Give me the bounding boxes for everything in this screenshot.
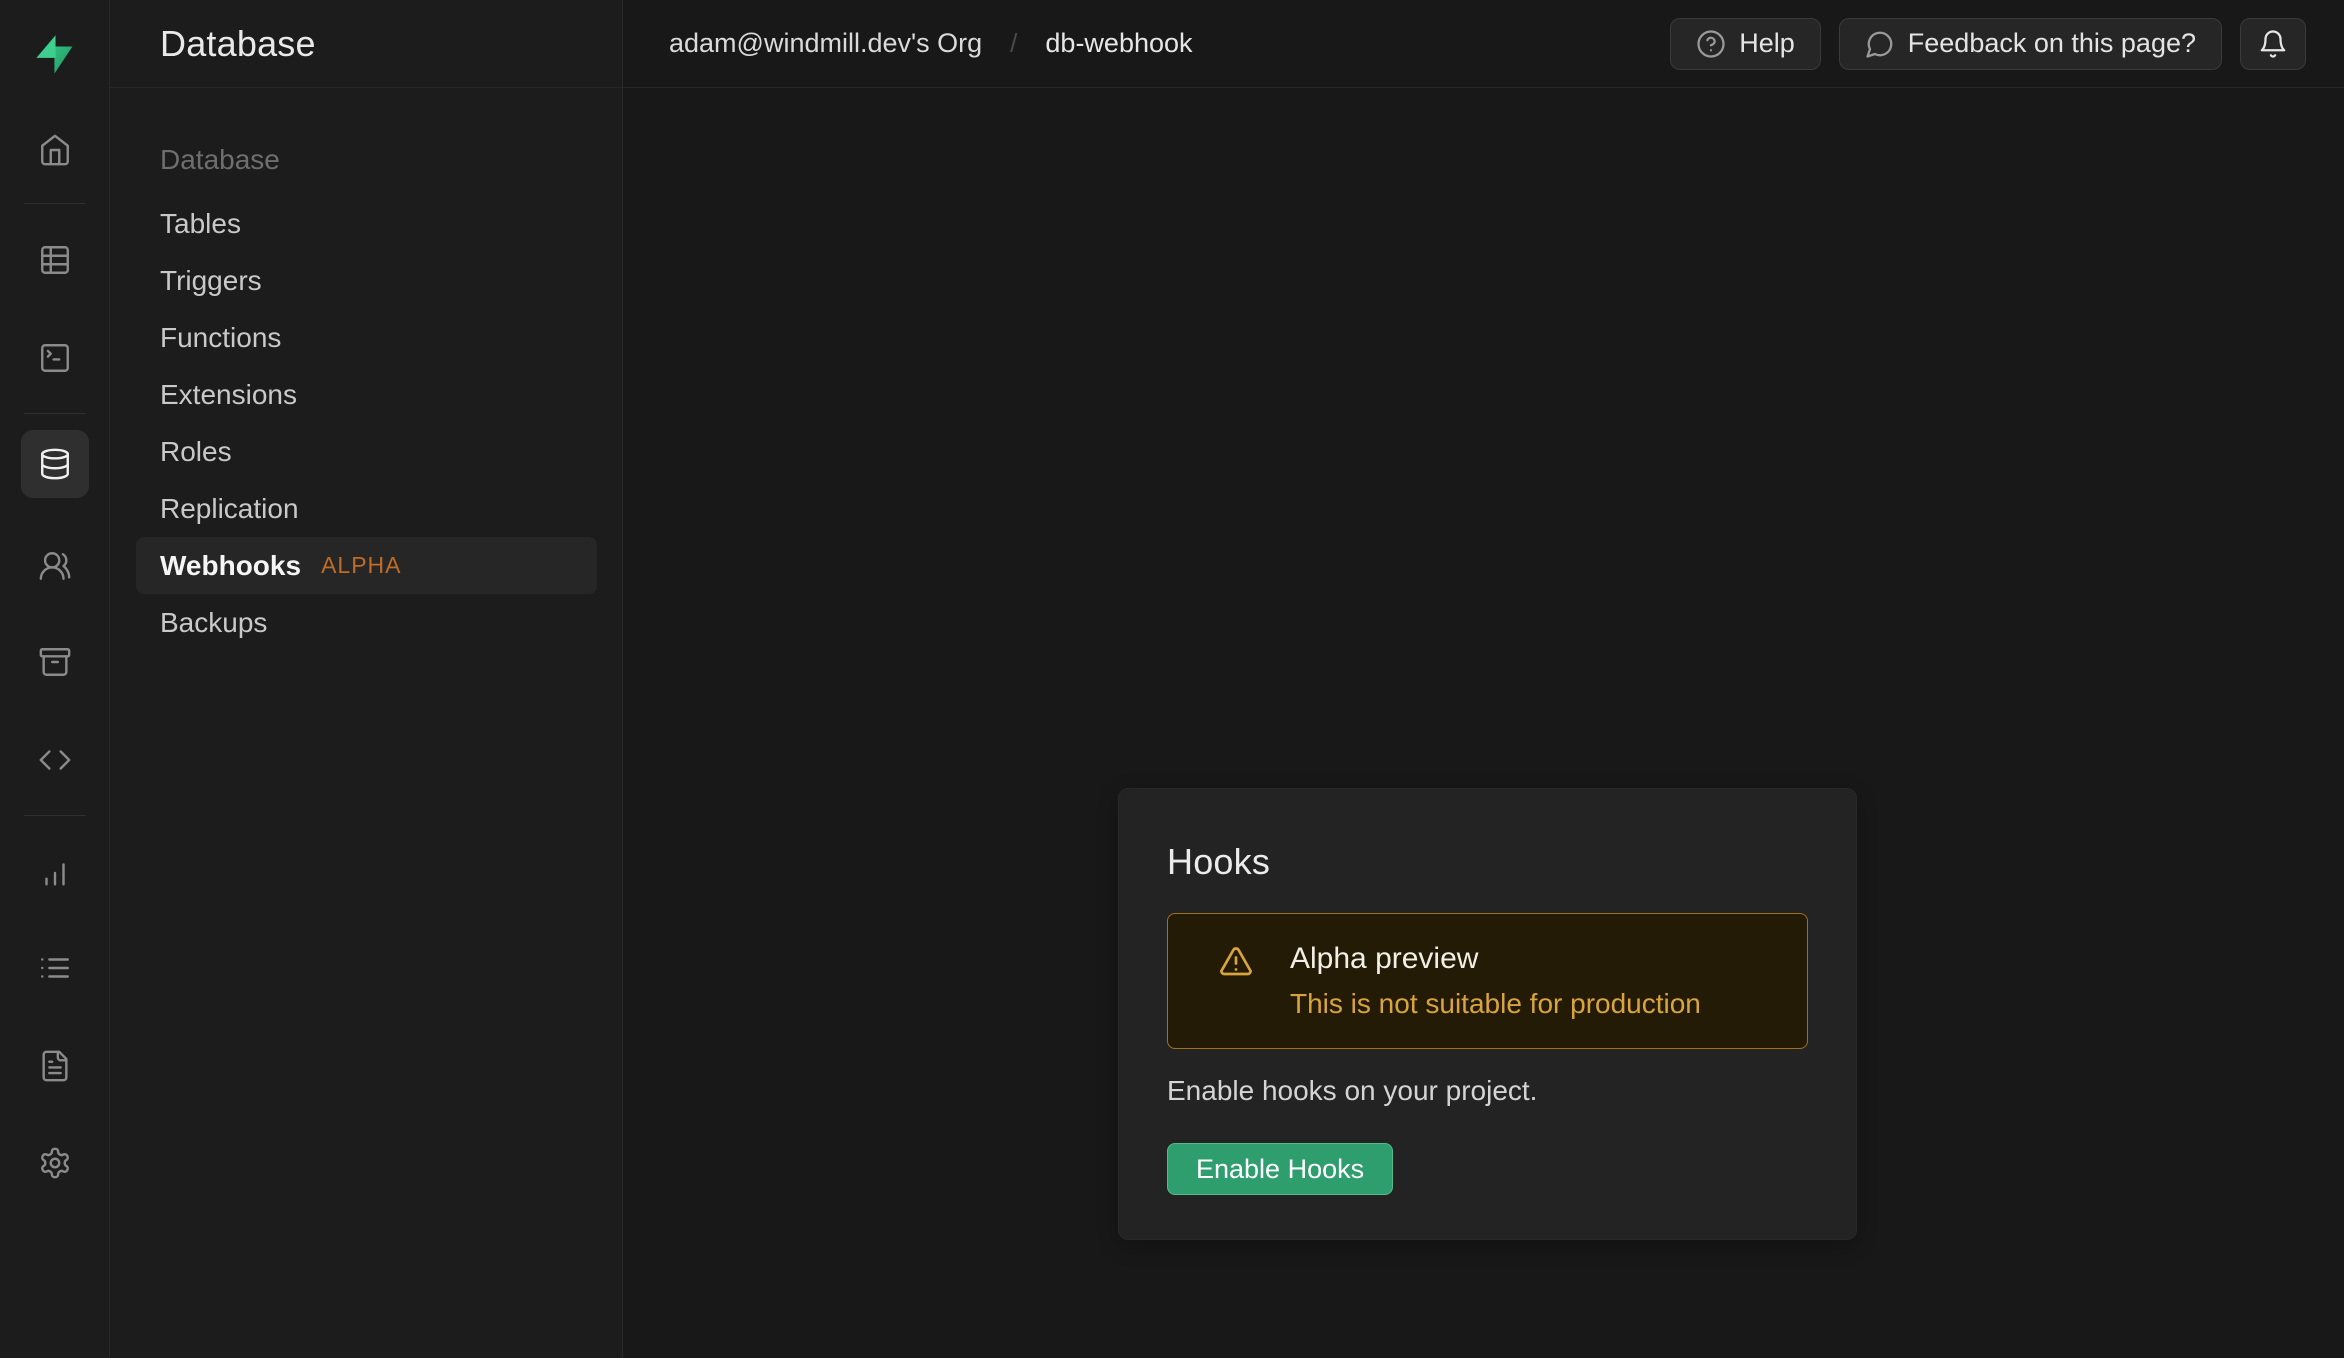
rail-item-edge-functions[interactable] <box>21 726 89 794</box>
top-header: adam@windmill.dev's Org / db-webhook Hel… <box>623 0 2344 88</box>
sidebar-item-webhooks[interactable]: Webhooks ALPHA <box>136 537 597 594</box>
file-text-icon <box>38 1049 72 1083</box>
home-icon <box>38 133 72 167</box>
rail-divider <box>24 413 86 414</box>
help-button[interactable]: Help <box>1670 18 1821 70</box>
rail-item-database[interactable] <box>21 430 89 498</box>
sidebar: Database Database Tables Triggers Functi… <box>110 0 623 1358</box>
list-icon <box>38 951 72 985</box>
archive-icon <box>38 645 72 679</box>
sidebar-item-label: Tables <box>160 208 241 240</box>
sidebar-item-label: Extensions <box>160 379 297 411</box>
rail-item-table-editor[interactable] <box>21 226 89 294</box>
header-actions: Help Feedback on this page? <box>1670 18 2306 70</box>
rail-item-settings[interactable] <box>21 1129 89 1197</box>
hooks-card: Hooks Alpha preview This is not suitable… <box>1118 788 1857 1240</box>
message-bubble-icon <box>1865 29 1895 59</box>
sidebar-item-label: Triggers <box>160 265 262 297</box>
nav-rail <box>0 0 110 1358</box>
breadcrumb-divider: / <box>1010 28 1017 59</box>
sidebar-item-label: Backups <box>160 607 267 639</box>
rail-item-storage[interactable] <box>21 628 89 696</box>
gear-icon <box>38 1146 72 1180</box>
code-icon <box>38 743 72 777</box>
rail-item-reports[interactable] <box>21 839 89 907</box>
rail-item-home[interactable] <box>21 116 89 184</box>
sidebar-items: Tables Triggers Functions Extensions Rol… <box>136 195 597 651</box>
sidebar-item-label: Webhooks <box>160 550 301 582</box>
rail-item-api-docs[interactable] <box>21 1032 89 1100</box>
card-title: Hooks <box>1167 841 1808 883</box>
feedback-button[interactable]: Feedback on this page? <box>1839 18 2222 70</box>
sidebar-item-roles[interactable]: Roles <box>136 423 597 480</box>
help-button-label: Help <box>1739 28 1795 59</box>
alert-title: Alpha preview <box>1290 942 1701 976</box>
sidebar-item-label: Functions <box>160 322 281 354</box>
rail-item-auth[interactable] <box>21 532 89 600</box>
breadcrumb-project[interactable]: db-webhook <box>1045 28 1192 59</box>
sidebar-item-tables[interactable]: Tables <box>136 195 597 252</box>
table-icon <box>38 243 72 277</box>
sidebar-item-label: Roles <box>160 436 232 468</box>
breadcrumb-org[interactable]: adam@windmill.dev's Org <box>669 28 982 59</box>
rail-divider <box>24 815 86 816</box>
database-icon <box>38 447 72 481</box>
bell-icon <box>2258 29 2288 59</box>
sidebar-header: Database <box>110 0 622 88</box>
alpha-alert: Alpha preview This is not suitable for p… <box>1167 913 1808 1049</box>
warning-triangle-icon <box>1218 942 1254 980</box>
rail-divider <box>24 203 86 204</box>
sidebar-item-functions[interactable]: Functions <box>136 309 597 366</box>
alert-text: Alpha preview This is not suitable for p… <box>1290 942 1701 1020</box>
breadcrumb: adam@windmill.dev's Org / db-webhook <box>669 28 1193 59</box>
sidebar-item-label: Replication <box>160 493 299 525</box>
rail-item-sql-editor[interactable] <box>21 324 89 392</box>
sidebar-item-extensions[interactable]: Extensions <box>136 366 597 423</box>
card-body-text: Enable hooks on your project. <box>1167 1075 1808 1107</box>
rail-item-logs[interactable] <box>21 934 89 1002</box>
sidebar-section-label: Database <box>136 138 597 182</box>
sidebar-item-triggers[interactable]: Triggers <box>136 252 597 309</box>
sidebar-item-backups[interactable]: Backups <box>136 594 597 651</box>
supabase-logo[interactable] <box>22 20 88 90</box>
sidebar-title: Database <box>160 23 316 65</box>
alpha-badge: ALPHA <box>321 552 401 579</box>
main-content: Hooks Alpha preview This is not suitable… <box>623 88 2344 1358</box>
help-circle-icon <box>1696 29 1726 59</box>
bar-chart-icon <box>38 856 72 890</box>
feedback-button-label: Feedback on this page? <box>1908 28 2196 59</box>
users-icon <box>38 549 72 583</box>
notifications-button[interactable] <box>2240 18 2306 70</box>
enable-hooks-button[interactable]: Enable Hooks <box>1167 1143 1393 1195</box>
sidebar-nav: Database Tables Triggers Functions Exten… <box>136 138 597 651</box>
alert-description: This is not suitable for production <box>1290 988 1701 1020</box>
sidebar-item-replication[interactable]: Replication <box>136 480 597 537</box>
terminal-icon <box>38 341 72 375</box>
